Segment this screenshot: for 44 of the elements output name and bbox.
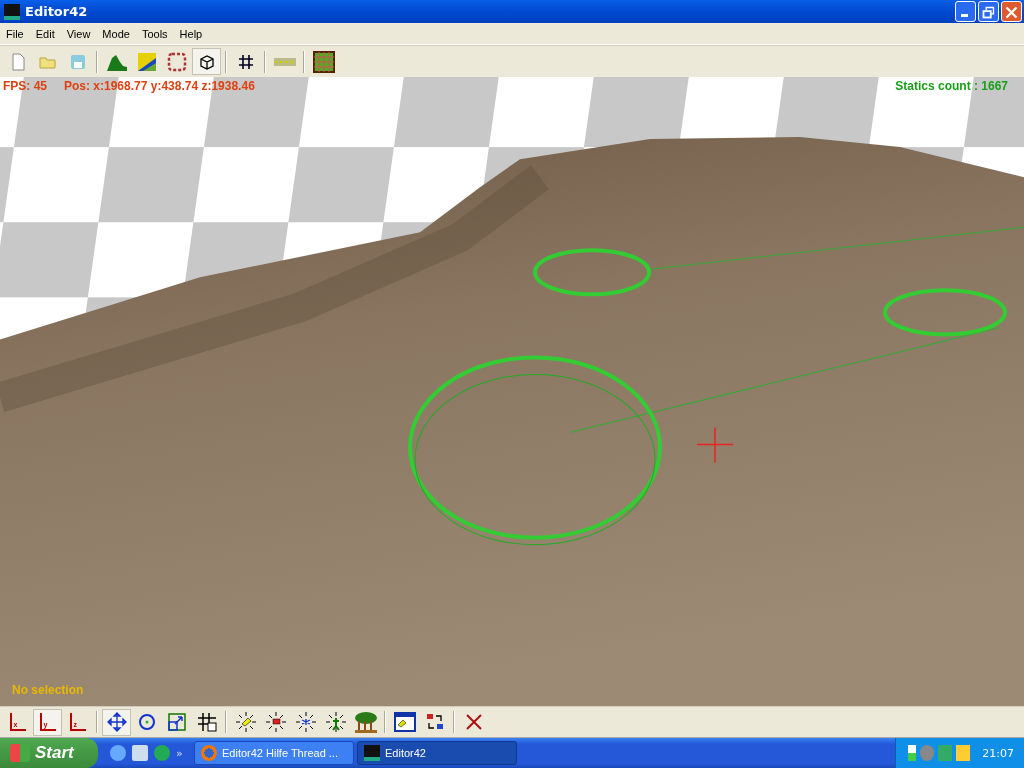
menu-item[interactable]: Edit	[29, 27, 61, 40]
app-icon	[4, 3, 20, 20]
grid-icon	[236, 52, 255, 71]
terrain-viewport[interactable]: FPS: 45 Pos: x:1968.77 y:438.74 z:1938.46 Statics count : 1667 No selection	[0, 77, 1024, 706]
sparkle-flag-icon	[264, 711, 287, 733]
selection-status: No selection	[12, 683, 84, 697]
menu-item[interactable]: Help	[173, 27, 209, 40]
texture-icon	[136, 51, 157, 72]
menu-item[interactable]: File	[0, 27, 30, 40]
restore-button[interactable]	[978, 1, 999, 22]
window-title: Editor42	[25, 4, 89, 19]
menu-item[interactable]: Mode	[96, 27, 136, 40]
trees-icon	[353, 711, 378, 733]
menu-item[interactable]: View	[60, 27, 97, 40]
position-readout: Pos: x:1968.77 y:438.74 z:1938.46	[64, 79, 255, 93]
taskbar-button[interactable]: Editor42 Hilfe Thread ...	[194, 741, 354, 765]
snap-grid-icon	[196, 712, 217, 732]
battery-icon[interactable]	[908, 745, 917, 761]
road-icon	[272, 55, 297, 68]
clock: 21:07	[982, 746, 1014, 760]
tile-grid-icon	[312, 50, 335, 73]
sparkle-person-icon	[324, 711, 347, 733]
sparkle-star-icon	[294, 711, 317, 733]
minimize-icon	[961, 14, 968, 17]
statics-count: Statics count : 1667	[895, 79, 1008, 93]
overflow-chevron[interactable]: »	[176, 747, 183, 760]
delete-icon	[464, 713, 483, 731]
fps-readout: FPS: 45	[3, 79, 47, 93]
rotate-circle-icon	[136, 712, 157, 732]
move-tool-button[interactable]	[102, 708, 131, 736]
menu-item[interactable]: Tools	[135, 27, 174, 40]
browser-icon	[201, 745, 217, 761]
sparkle-pencil-icon	[234, 711, 257, 733]
taskbar-button[interactable]: Editor42	[357, 741, 517, 765]
dashed-square-icon	[166, 51, 187, 72]
app-icon	[364, 745, 380, 761]
window-icon	[393, 712, 416, 732]
minimize-button[interactable]	[955, 1, 976, 22]
move-arrows-icon	[106, 712, 127, 732]
object-tool-button[interactable]	[192, 48, 221, 75]
start-button[interactable]: Start	[0, 738, 98, 768]
swap-flags-icon	[424, 712, 445, 732]
close-button[interactable]	[1001, 1, 1022, 22]
scale-icon	[167, 713, 186, 731]
